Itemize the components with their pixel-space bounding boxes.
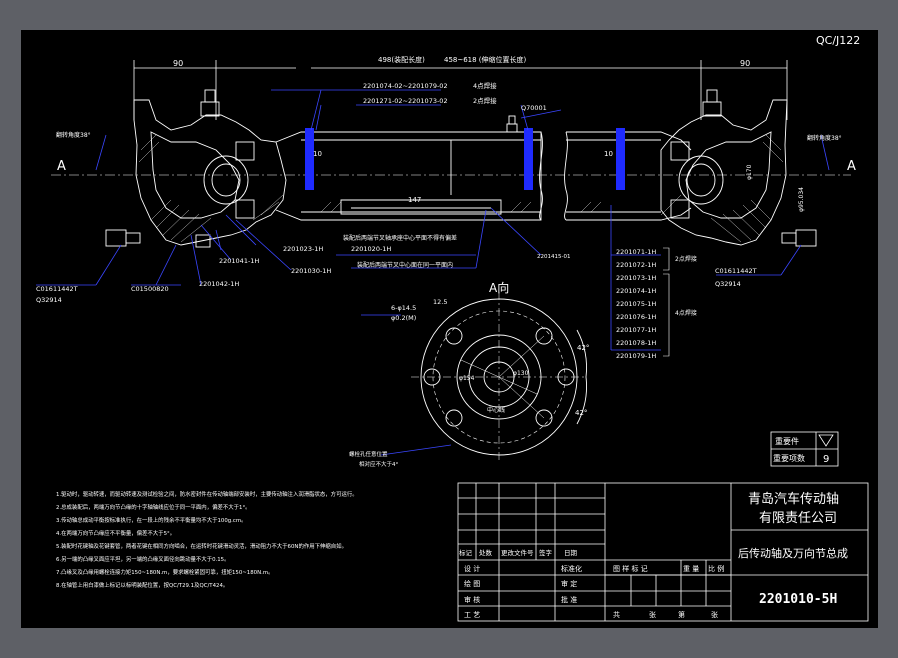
right-part-5: 2201075-1H — [616, 300, 656, 308]
part-q32914-left: Q32914 — [36, 296, 62, 304]
flange-note-1: 螺栓孔任意位置 — [349, 450, 388, 458]
note-3: 3.传动轴总成动平衡按标准执行，在一段上的残余不平衡量均不大于100g.cm。 — [56, 516, 247, 524]
part-q32914-right: Q32914 — [715, 280, 741, 288]
rev-header-doc: 更改文件号 — [501, 548, 534, 557]
part-2201042: 2201042-1H — [199, 280, 239, 288]
sign-check: 审 核 — [464, 595, 480, 604]
flange-angle-bottom: 42° — [575, 409, 587, 417]
flange-dim-12-5: 12.5 — [433, 298, 447, 306]
part-c01611442t-right: C01611442T — [715, 267, 757, 275]
right-note-4pt: 4点焊接 — [675, 309, 697, 317]
right-part-1: 2201071-1H — [616, 248, 656, 256]
flange-angle-top: 42° — [577, 344, 589, 352]
importance-row1-label: 重要件 — [775, 436, 799, 446]
flange-phi-130: φ130 — [513, 370, 529, 377]
rev-header-sign: 签字 — [539, 548, 553, 557]
company-name-line1: 青岛汽车传动轴 — [748, 491, 839, 507]
note-1: 1.驱动时，驱动转速，而驱动转速及测试检验之间，防水密封件在传动轴端部安装时，主… — [56, 490, 358, 498]
flange-hole-spec: 6-φ14.5 — [391, 304, 416, 312]
right-note-2pt: 2点焊接 — [675, 255, 697, 263]
drawing-code: QC/J122 — [816, 34, 860, 47]
drawing-number: 2201010-5H — [759, 592, 837, 607]
drawing-name: 后传动轴及万向节总成 — [738, 546, 848, 560]
label-weld-4pt-parts: 2201074-02~2201079-02 — [363, 82, 448, 90]
dim-498: 498(装配长度) — [378, 55, 425, 64]
hatch-left — [138, 134, 532, 243]
label-weld-2pt: 2点焊接 — [473, 96, 497, 105]
sign-process: 工 艺 — [464, 611, 480, 619]
part-c01500820: C01500820 — [131, 285, 169, 293]
flange-center-label: 中心线 — [487, 406, 505, 414]
rev-header-count: 处数 — [479, 548, 493, 557]
right-part-9: 2201079-1H — [616, 352, 656, 360]
dim-range: 458~618 (伸缩位置长度) — [444, 55, 527, 64]
shaft-assembly — [51, 89, 851, 248]
label-grease-fitting: Q70001 — [521, 104, 547, 112]
note-6: 6.另一端的凸缘叉面应平坦，另一端的凸缘叉面径向跳动量不大于0.15。 — [56, 555, 229, 563]
dim-phi-95: φ95.034 — [798, 187, 805, 212]
part-2201041: 2201041-1H — [219, 257, 259, 265]
scale-label: 比 例 — [708, 564, 724, 573]
part-c01611442t-left: C01611442T — [36, 285, 78, 293]
note-8: 8.在轴管上用白漆做上标记以标明装配位置，按QC/T29.1及QC/T424。 — [56, 581, 228, 589]
dim-10-left: 10 — [313, 150, 322, 158]
note-7: 7.凸缘叉及凸缘用螺栓连接力矩150~180N.m，要求螺栓紧固可靠，扭矩150… — [56, 568, 273, 576]
sign-draw: 绘 图 — [464, 579, 480, 588]
dim-90-left: 90 — [173, 59, 183, 68]
note-assembly-b: 装配后两端节叉中心面在同一平面内 — [357, 261, 453, 269]
note-4: 4.在两端万向节凸缘应不平衡量，偏差不大于5°。 — [56, 529, 175, 537]
note-5: 5.装配时花键轴及花键套管，两者花键在相同方向啮合，在运转时花键滑动灵活，滑动阻… — [56, 542, 347, 550]
dim-147: 147 — [408, 196, 421, 204]
flange-phi-154: φ154 — [459, 375, 475, 382]
right-part-6: 2201076-1H — [616, 313, 656, 321]
sheets-no-label: 第 — [678, 610, 685, 619]
company-name-line2: 有限责任公司 — [759, 511, 837, 526]
flange-note-2: 相对应不大于4° — [359, 460, 398, 468]
importance-row2-value: 9 — [823, 454, 829, 465]
right-part-8: 2201078-1H — [616, 339, 656, 347]
sheets-total-label: 共 — [613, 610, 620, 619]
dim-90-right: 90 — [740, 59, 750, 68]
importance-row2-label: 重要项数 — [773, 453, 805, 463]
right-part-list: 2201071-1H 2201072-1H 2201073-1H 2201074… — [616, 248, 697, 360]
wheel-angle-right: 翻转角度38° — [807, 134, 842, 142]
flange-hole-tol: φ0.2(M) — [391, 314, 416, 322]
part-2201030: 2201030-1H — [291, 267, 331, 275]
note-2: 2.总成装配后，两端万向节凸缘的十字轴轴线应位于同一平面内，偏差不大于1°。 — [56, 503, 251, 511]
weld-band-right — [616, 128, 625, 190]
rev-header-date: 日期 — [564, 549, 578, 557]
rev-header-mark: 标记 — [459, 548, 473, 557]
sheets-unit-label: 张 — [649, 610, 656, 619]
note-assembly-a: 装配后两端节叉轴承座中心平面不得有偏差 — [343, 234, 457, 242]
label-weld-4pt: 4点焊接 — [473, 81, 497, 90]
weight-label: 重 量 — [683, 565, 699, 573]
part-2201023: 2201023-1H — [283, 245, 323, 253]
section-mark-left: A — [57, 159, 66, 174]
weld-band-left — [305, 128, 314, 190]
sign-design: 设 计 — [464, 564, 480, 573]
wheel-angle-left: 翻转角度38° — [56, 131, 91, 139]
flange-view — [411, 292, 587, 462]
part-2201020: 2201020-1H — [351, 245, 391, 253]
right-part-3: 2201073-1H — [616, 274, 656, 282]
sign-approve-final: 审 定 — [561, 579, 577, 588]
technical-notes: 1.驱动时，驱动转速，而驱动转速及测试检验之间，防水密封件在传动轴端部安装时，主… — [56, 490, 358, 589]
dim-10-right: 10 — [604, 150, 613, 158]
stage-label: 图 样 标 记 — [613, 564, 648, 573]
sign-ratify: 批 准 — [561, 595, 577, 604]
dim-phi-170: φ170 — [746, 164, 753, 180]
section-mark-right: A — [847, 159, 856, 174]
drawing-svg: QC/J122 90 90 498(装配长度) 458~618 (伸缩位置长度) — [36, 34, 869, 622]
part-2201415: 2201415-01 — [537, 254, 570, 260]
leader-lines — [36, 89, 830, 456]
right-part-4: 2201074-1H — [616, 287, 656, 295]
sheets-unit2-label: 张 — [711, 610, 718, 619]
weld-band-mid — [524, 128, 533, 190]
cad-window: QC/J122 90 90 498(装配长度) 458~618 (伸缩位置长度) — [0, 0, 898, 658]
sign-standard: 标准化 — [561, 564, 582, 573]
right-part-2: 2201072-1H — [616, 261, 656, 269]
drawing-sheet: QC/J122 90 90 498(装配长度) 458~618 (伸缩位置长度) — [21, 30, 878, 628]
right-part-7: 2201077-1H — [616, 326, 656, 334]
label-weld-2pt-parts: 2201271-02~2201073-02 — [363, 97, 448, 105]
